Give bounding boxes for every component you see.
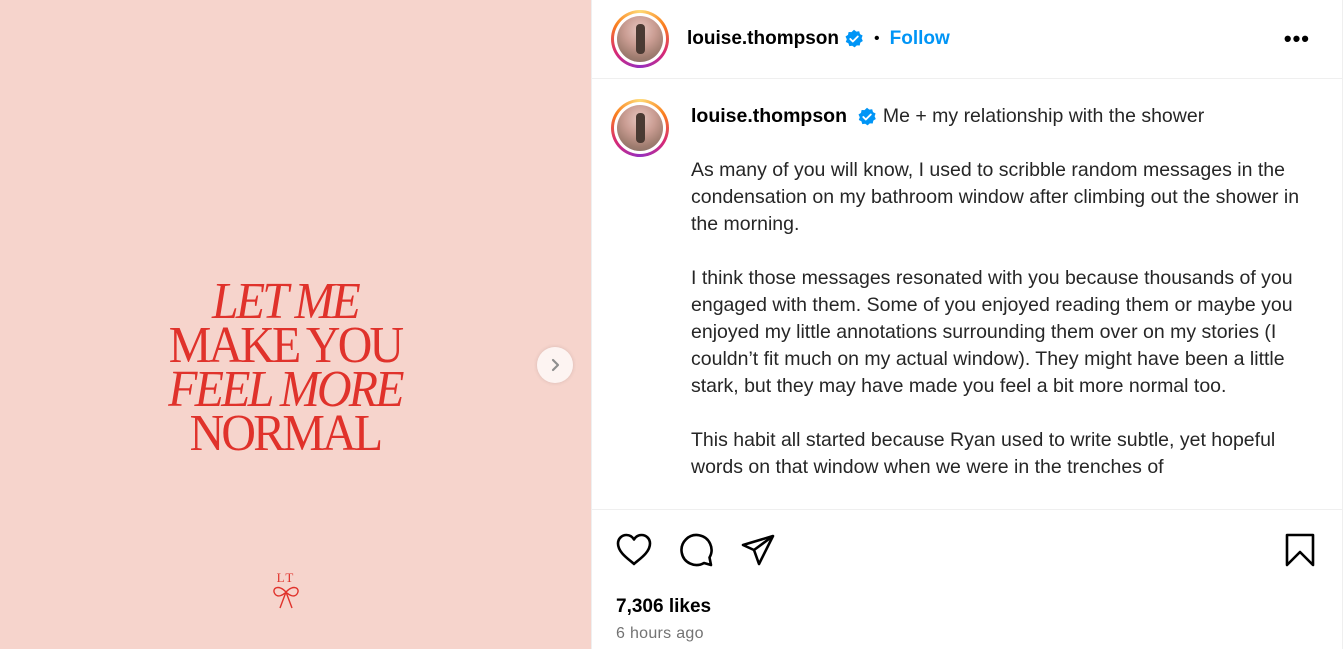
caption-text: louise.thompson Me + my relationship wit…	[691, 99, 1301, 481]
lt-monogram-logo: LT	[268, 570, 304, 610]
caption-author-avatar[interactable]	[611, 99, 669, 157]
header-username[interactable]: louise.thompson	[687, 28, 839, 50]
caption-paragraph: This habit all started because Ryan used…	[691, 429, 1276, 478]
heart-icon	[616, 533, 652, 566]
post-sidebar: louise.thompson • Follow ••• louise.thom…	[591, 0, 1343, 649]
author-avatar[interactable]	[611, 10, 669, 68]
image-headline: LET ME MAKE YOU FEEL MORE NORMAL	[0, 276, 570, 462]
caption-section: louise.thompson Me + my relationship wit…	[592, 79, 1342, 509]
bookmark-icon	[1285, 533, 1315, 567]
share-icon	[741, 534, 775, 566]
likes-count[interactable]: 7,306 likes	[616, 596, 711, 618]
caption-title: Me + my relationship with the shower	[882, 105, 1205, 127]
verified-badge-icon	[857, 107, 877, 127]
post-image: LET ME MAKE YOU FEEL MORE NORMAL LT	[0, 0, 591, 649]
separator-dot: •	[874, 30, 880, 47]
save-button[interactable]	[1280, 530, 1320, 570]
verified-badge-icon	[844, 29, 864, 49]
more-options-icon[interactable]: •••	[1284, 26, 1310, 52]
monogram-text: LT	[276, 570, 296, 585]
chevron-right-icon	[551, 358, 560, 372]
avatar-photo	[617, 105, 663, 151]
caption-username[interactable]: louise.thompson	[691, 105, 847, 127]
headline-line-4: NORMAL	[189, 405, 384, 462]
comment-icon	[680, 533, 713, 567]
post-header: louise.thompson • Follow •••	[592, 0, 1342, 79]
share-button[interactable]	[738, 530, 778, 570]
next-slide-button[interactable]	[537, 347, 573, 383]
comment-button[interactable]	[676, 530, 716, 570]
follow-button[interactable]: Follow	[890, 28, 950, 50]
post-timestamp[interactable]: 6 hours ago	[616, 625, 704, 643]
bow-icon	[273, 586, 299, 609]
instagram-post: LET ME MAKE YOU FEEL MORE NORMAL LT loui…	[0, 0, 1343, 649]
caption-paragraph: I think those messages resonated with yo…	[691, 267, 1293, 397]
avatar-photo	[617, 16, 663, 62]
like-button[interactable]	[614, 530, 654, 570]
action-bar: 7,306 likes 6 hours ago	[592, 509, 1342, 649]
caption-paragraph: As many of you will know, I used to scri…	[691, 159, 1300, 235]
